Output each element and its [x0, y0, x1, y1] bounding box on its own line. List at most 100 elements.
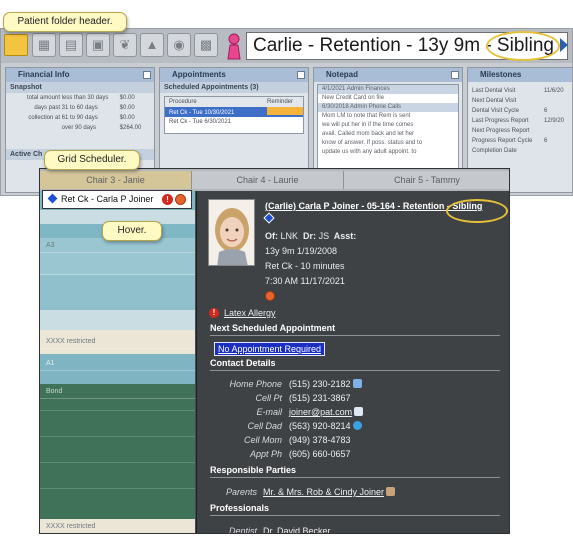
tooth-icon[interactable]: ❦ [113, 33, 137, 57]
milestone-row: Last Progress Report 12/9/20 [472, 118, 565, 124]
panel-title: Notepad [314, 68, 462, 82]
financial-row: days past 31 to 60 days $0.00 [34, 105, 135, 111]
financial-row: total amount less than 30 days $0.00 [26, 95, 135, 101]
email-icon[interactable] [354, 407, 364, 416]
email-link[interactable]: joiner@pat.com [289, 407, 352, 417]
diamond-icon [47, 193, 58, 204]
contact-value: joiner@pat.com [289, 407, 364, 417]
medical-alert-icon: ! [162, 194, 173, 205]
slot-label: Bond [40, 386, 195, 399]
note-line: update us with any adult appoint. to [322, 149, 417, 155]
callout-hover: Hover. [102, 221, 162, 241]
folder-icon[interactable] [4, 34, 28, 56]
contact-label: Cell Pt [255, 393, 282, 403]
grid-slot-restricted[interactable]: XXXX restricted [40, 519, 195, 533]
text-message-icon[interactable] [352, 421, 362, 430]
note-line: we will put her in if the time comes [322, 122, 414, 128]
grid-slot[interactable]: A3 [40, 238, 195, 274]
appointment-type: Ret Ck - 10 minutes [265, 261, 345, 271]
parents-label: Parents [225, 487, 257, 497]
grid-slot-bond[interactable]: Bond [40, 384, 195, 519]
header-arrow-icon[interactable] [560, 38, 568, 52]
patient-photo [208, 199, 255, 266]
callout-patient-folder-header: Patient folder header. [3, 12, 127, 32]
parents-link[interactable]: Mr. & Mrs. Rob & Cindy Joiner [263, 487, 384, 497]
slot-label: XXXX restricted [40, 521, 195, 533]
chair-column-3[interactable]: Chair 3 - Janie [40, 171, 192, 189]
calendar-icon[interactable]: ▣ [86, 33, 110, 57]
grid-slot[interactable]: A1 [40, 354, 195, 384]
contact-label: Cell Mom [243, 435, 282, 445]
reminder-bar [267, 107, 303, 115]
note-line: New Credit Card on file [322, 95, 385, 101]
list-icon[interactable]: ▤ [59, 33, 83, 57]
help-illustration: ▦ ▤ ▣ ❦ ▲ ◉ ▩ Carlie - Retention - 13y 9… [0, 0, 573, 544]
diamond-icon [263, 212, 275, 224]
note-line: Mom LM to note that Rem is sent [322, 113, 411, 119]
appointment-time: 7:30 AM 11/17/2021 [265, 276, 345, 286]
list-item[interactable]: Ret Ck - Tue 10/30/2021 [165, 107, 303, 117]
panel-title: Milestones [468, 68, 572, 82]
dentist-label: Dentist [228, 526, 257, 534]
contact-value: (563) 920-8214 [289, 421, 362, 431]
slot-label: A1 [40, 358, 195, 371]
medical-alert-link[interactable]: Latex Allergy [224, 308, 276, 318]
appointment-status-icon [175, 194, 186, 205]
chair-header-bar: Chair 3 - Janie Chair 4 - Laurie Chair 5… [40, 169, 509, 191]
slot-label: A3 [40, 240, 195, 253]
contact-value: (949) 378-4783 [289, 435, 351, 445]
list-header: Procedure Reminder [165, 97, 303, 107]
highlight-ring [486, 31, 560, 61]
contact-label: Home Phone [229, 379, 282, 389]
grid-slot-restricted[interactable]: XXXX restricted [40, 330, 195, 354]
chair-column-4[interactable]: Chair 4 - Laurie [192, 171, 344, 189]
milestone-row: Next Dental Visit [472, 98, 517, 104]
responsible-party-icon[interactable] [386, 487, 396, 496]
grid-icon[interactable]: ▦ [32, 33, 56, 57]
panel-checkbox[interactable] [297, 71, 305, 79]
panel-title: Financial Info [6, 68, 154, 82]
dentist-link[interactable]: Dr. David Becker [263, 526, 331, 533]
age-dob: 13y 9m 1/19/2008 [265, 246, 338, 256]
appointment-label: Ret Ck - Carla P Joiner [61, 194, 154, 204]
grid-slot[interactable] [40, 310, 195, 330]
no-appointment-required-link[interactable]: No Appointment Required [214, 342, 326, 356]
highlight-ring [446, 199, 508, 223]
patient-hover-popup: (Carlie) Carla P Joiner - 05-164 - Reten… [196, 191, 509, 534]
note-line: 4/1/2021 Admin Finances [318, 85, 458, 94]
list-item[interactable]: Ret Ck - Tue 6/30/2021 [165, 117, 303, 127]
responsible-parties-heading: Responsible Parties [210, 465, 500, 478]
tree-icon[interactable]: ▲ [140, 33, 164, 57]
note-line: 6/30/2018 Admin Phone Calls [318, 103, 458, 112]
panel-subtitle: Scheduled Appointments (3) [160, 82, 308, 93]
panel-checkbox[interactable] [143, 71, 151, 79]
milestone-row: Next Progress Report [472, 128, 530, 134]
financial-row: over 90 days $264.00 [61, 125, 142, 131]
milestone-row: Dental Visit Cycle 6 [472, 108, 548, 114]
contact-label: E-mail [256, 407, 282, 417]
contact-value: (605) 660-0657 [289, 449, 351, 459]
appointments-list[interactable]: Procedure Reminder Ret Ck - Tue 10/30/202… [164, 96, 304, 134]
next-appointment-heading: Next Scheduled Appointment [210, 323, 500, 336]
chair-column-5[interactable]: Chair 5 - Tammy [344, 171, 509, 189]
schedule-grid-column[interactable]: A3 XXXX restricted A1 Bond XXXX restrict… [40, 191, 195, 533]
panel-title: Appointments [160, 68, 308, 82]
callout-grid-scheduler: Grid Scheduler. [44, 150, 140, 170]
grid-slot[interactable] [40, 274, 195, 310]
note-line: avail. Called mom back and let her [322, 131, 415, 137]
contact-details-heading: Contact Details [210, 358, 500, 371]
contact-value: (515) 231-3867 [289, 393, 351, 403]
appointment-status-icon [265, 291, 275, 301]
parents-value: Mr. & Mrs. Rob & Cindy Joiner [263, 487, 396, 497]
slot-label: XXXX restricted [40, 336, 195, 349]
phone-icon [352, 379, 362, 388]
patient-icon[interactable] [225, 32, 243, 60]
appointment-block[interactable]: Ret Ck - Carla P Joiner ! [42, 190, 192, 209]
printer-icon[interactable]: ▩ [194, 33, 218, 57]
panel-subtitle: Snapshot [6, 82, 154, 93]
milestone-row: Last Dental Visit 11/6/20 [472, 88, 564, 94]
panel-checkbox[interactable] [451, 71, 459, 79]
photos-icon[interactable]: ◉ [167, 33, 191, 57]
contact-label: Appt Ph [249, 449, 282, 459]
milestone-row: Progress Report Cycle 6 [472, 138, 548, 144]
